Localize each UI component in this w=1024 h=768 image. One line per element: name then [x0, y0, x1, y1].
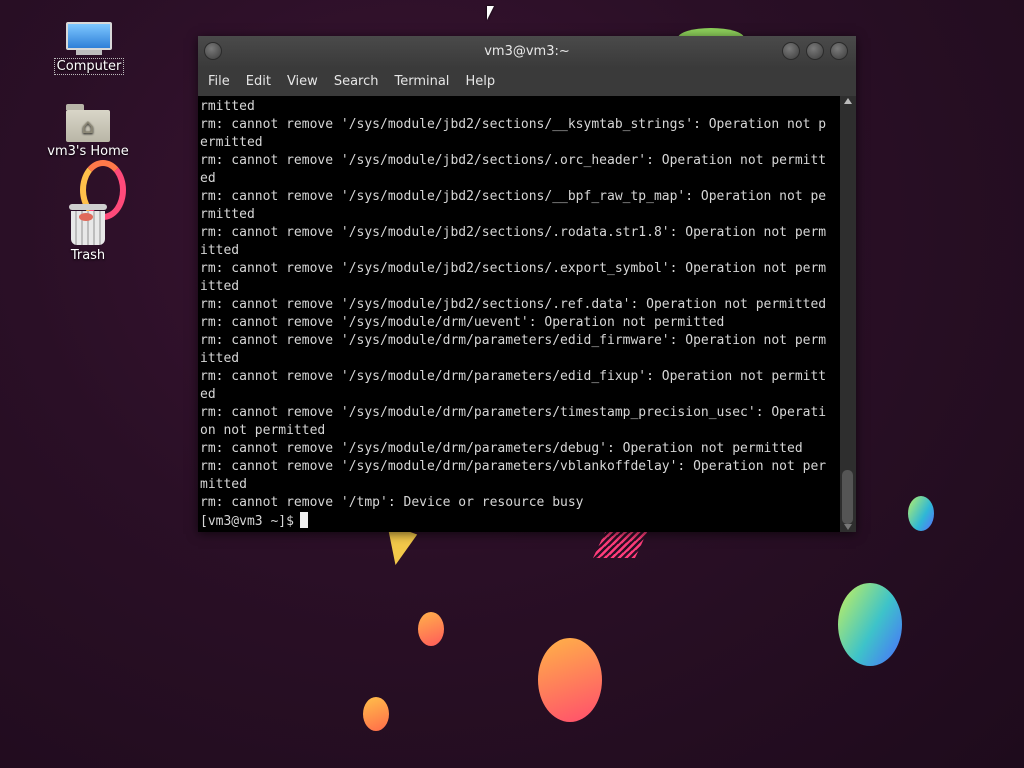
menu-search[interactable]: Search — [326, 68, 387, 96]
close-button[interactable] — [830, 42, 848, 60]
wallpaper-shape — [593, 528, 649, 558]
desktop-icon-trash[interactable]: Trash — [43, 204, 133, 263]
terminal-line: rm: cannot remove '/sys/module/drm/param… — [200, 369, 827, 384]
window-titlebar[interactable]: vm3@vm3:~ — [198, 36, 856, 68]
terminal-line: ermitted — [200, 135, 263, 150]
menu-file[interactable]: File — [200, 68, 238, 96]
terminal-window[interactable]: vm3@vm3:~ File Edit View Search Terminal… — [198, 36, 856, 532]
menu-terminal[interactable]: Terminal — [386, 68, 457, 96]
desktop-icon-label: Trash — [70, 248, 106, 263]
scroll-down-arrow-icon[interactable] — [844, 524, 852, 530]
menu-view[interactable]: View — [279, 68, 326, 96]
home-folder-icon: ⌂ — [66, 104, 110, 142]
desktop-icon-label: Computer — [53, 58, 125, 75]
terminal-prompt-line[interactable]: [vm3@vm3 ~]$ — [198, 512, 840, 531]
terminal-line: rm: cannot remove '/sys/module/jbd2/sect… — [200, 189, 827, 204]
scrollbar-thumb[interactable] — [842, 470, 853, 524]
text-cursor — [299, 512, 308, 528]
desktop-icon-label: vm3's Home — [47, 144, 129, 159]
terminal-line: rm: cannot remove '/sys/module/jbd2/sect… — [200, 225, 827, 240]
terminal-line: on not permitted — [200, 423, 326, 438]
desktop-icon-computer[interactable]: Computer — [44, 22, 134, 75]
terminal-line: rm: cannot remove '/sys/module/drm/param… — [200, 405, 827, 420]
terminal-line: rm: cannot remove '/sys/module/drm/param… — [200, 333, 827, 348]
menu-help[interactable]: Help — [457, 68, 503, 96]
terminal-line: rm: cannot remove '/sys/module/drm/ueven… — [200, 315, 725, 330]
terminal-line: rmitted — [200, 207, 255, 222]
menu-edit[interactable]: Edit — [238, 68, 279, 96]
terminal-scrollbar[interactable] — [840, 96, 856, 532]
terminal-line: itted — [200, 279, 240, 294]
wallpaper-bubble — [418, 612, 444, 646]
terminal-output: rmitted rm: cannot remove '/sys/module/jb… — [198, 96, 840, 512]
terminal-line: rm: cannot remove '/sys/module/jbd2/sect… — [200, 153, 827, 168]
terminal-line: rm: cannot remove '/sys/module/jbd2/sect… — [200, 297, 827, 312]
terminal-line: mitted — [200, 477, 247, 492]
wallpaper-bubble — [838, 583, 902, 666]
scroll-up-arrow-icon[interactable] — [844, 98, 852, 104]
terminal-output-area[interactable]: rmitted rm: cannot remove '/sys/module/jb… — [198, 96, 840, 532]
terminal-line: itted — [200, 351, 240, 366]
terminal-line: rm: cannot remove '/sys/module/jbd2/sect… — [200, 261, 827, 276]
terminal-line: rm: cannot remove '/sys/module/jbd2/sect… — [200, 117, 827, 132]
desktop-icon-home[interactable]: ⌂ vm3's Home — [43, 104, 133, 159]
terminal-line: ed — [200, 387, 216, 402]
terminal-line: rmitted — [200, 99, 255, 114]
terminal-line: rm: cannot remove '/tmp': Device or reso… — [200, 495, 584, 510]
window-title: vm3@vm3:~ — [484, 44, 570, 59]
trash-icon — [69, 204, 107, 246]
terminal-line: ed — [200, 171, 216, 186]
menu-bar: File Edit View Search Terminal Help — [198, 68, 856, 96]
terminal-line: rm: cannot remove '/sys/module/drm/param… — [200, 459, 827, 474]
minimize-button[interactable] — [782, 42, 800, 60]
computer-icon — [66, 22, 112, 56]
wallpaper-bubble — [908, 496, 934, 531]
terminal-line: rm: cannot remove '/sys/module/drm/param… — [200, 441, 803, 456]
shell-prompt: [vm3@vm3 ~]$ — [200, 514, 294, 529]
wallpaper-bubble — [538, 638, 602, 722]
wallpaper-bubble — [363, 697, 389, 731]
maximize-button[interactable] — [806, 42, 824, 60]
mouse-pointer-icon — [487, 6, 494, 20]
terminal-line: itted — [200, 243, 240, 258]
